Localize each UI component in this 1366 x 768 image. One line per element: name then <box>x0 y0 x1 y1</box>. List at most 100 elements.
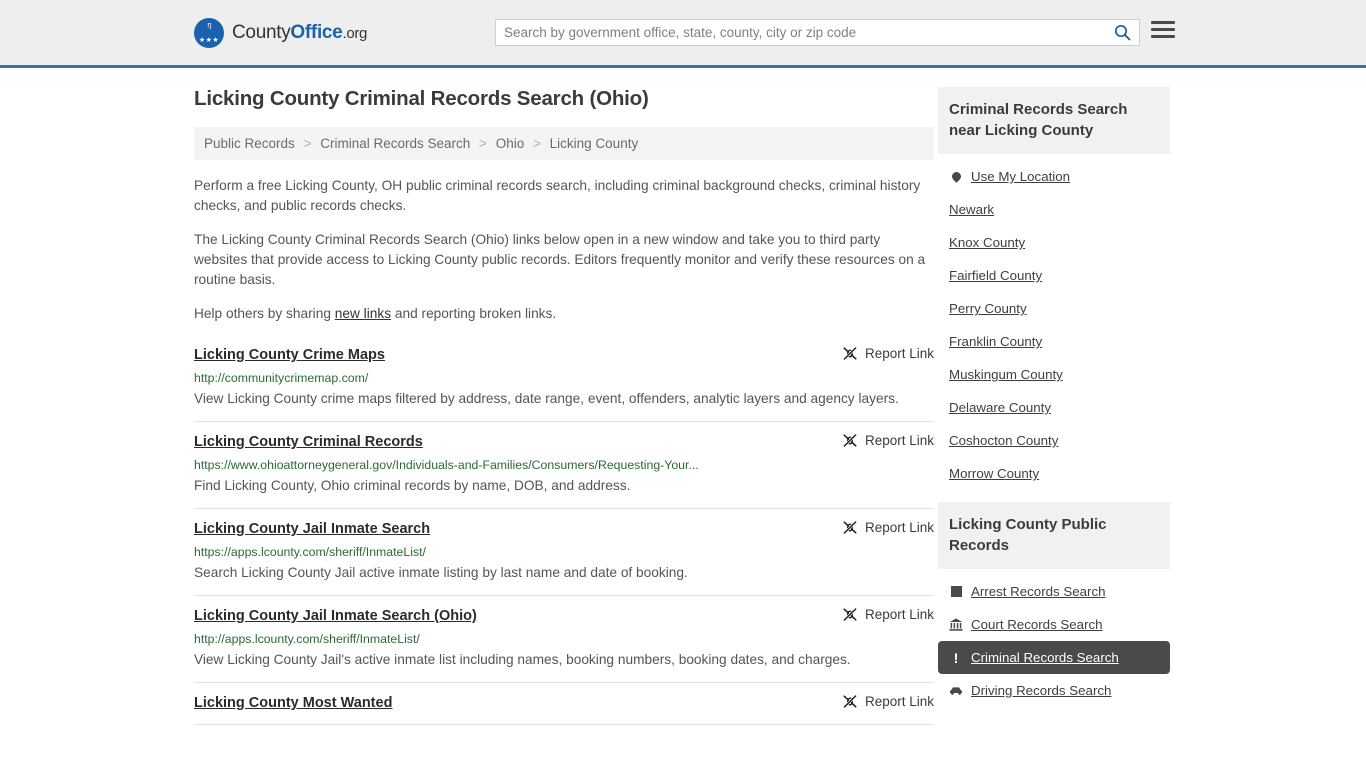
sidebar-item-arrest-records-search[interactable]: Arrest Records Search <box>938 575 1170 608</box>
result-description: Search Licking County Jail active inmate… <box>194 565 688 580</box>
sidebar-item-franklin-county[interactable]: Franklin County <box>938 325 1170 358</box>
help-prefix: Help others by sharing <box>194 306 335 321</box>
report-link-button[interactable]: Report Link <box>842 694 934 709</box>
site-logo[interactable]: ᵑ ★★★ CountyOffice.org <box>194 17 367 48</box>
public-records-list: Arrest Records Search Court Records Sear… <box>938 569 1170 707</box>
report-link-button[interactable]: Report Link <box>842 433 934 448</box>
broken-link-icon <box>843 346 857 361</box>
result-title-link[interactable]: Licking County Crime Maps <box>194 347 385 363</box>
logo-text-office: Office <box>290 21 343 43</box>
results-list: Licking County Crime Maps Report Link ht… <box>194 340 934 725</box>
sidebar-item-label: Arrest Records Search <box>971 584 1106 599</box>
logo-text-county: County <box>232 21 291 43</box>
sidebar-item-court-records-search[interactable]: Court Records Search <box>938 608 1170 641</box>
new-links-link[interactable]: new links <box>335 306 391 321</box>
sidebar-item-fairfield-county[interactable]: Fairfield County <box>938 259 1170 292</box>
search-button[interactable] <box>1105 20 1139 45</box>
nearby-search-heading: Criminal Records Search near Licking Cou… <box>938 87 1170 154</box>
report-link-label: Report Link <box>864 346 934 361</box>
result-url: https://apps.lcounty.com/sheriff/InmateL… <box>194 545 426 559</box>
report-link-label: Report Link <box>864 607 934 622</box>
report-link-button[interactable]: Report Link <box>842 520 934 535</box>
hamburger-menu-icon[interactable] <box>1151 21 1175 38</box>
nearby-search-card: Criminal Records Search near Licking Cou… <box>938 87 1170 490</box>
search-icon <box>1114 24 1130 41</box>
result-row: Licking County Most Wanted Report Link <box>194 683 934 725</box>
result-url: http://communitycrimemap.com/ <box>194 371 369 385</box>
eagle-glyph: ᵑ <box>207 20 211 33</box>
sidebar-item-label: Fairfield County <box>949 268 1043 283</box>
report-link-label: Report Link <box>864 694 934 709</box>
sidebar-item-label: Morrow County <box>949 466 1040 481</box>
public-records-heading: Licking County Public Records <box>938 502 1170 569</box>
breadcrumb-separator: > <box>479 136 487 151</box>
result-row: Licking County Jail Inmate Search (Ohio)… <box>194 596 934 683</box>
result-title-link[interactable]: Licking County Criminal Records <box>194 434 423 450</box>
broken-link-icon <box>843 607 857 622</box>
breadcrumb-separator: > <box>533 136 541 151</box>
sidebar-item-label: Coshocton County <box>949 433 1059 448</box>
broken-link-icon <box>843 694 857 709</box>
sidebar-item-label: Newark <box>949 202 995 217</box>
arrest-square-icon <box>949 586 963 597</box>
logo-text-org: .org <box>342 24 368 42</box>
stars-glyph: ★★★ <box>198 36 220 44</box>
result-row: Licking County Jail Inmate Search Report… <box>194 509 934 596</box>
page-title: Licking County Criminal Records Search (… <box>194 87 649 110</box>
sidebar-item-label: Criminal Records Search <box>971 650 1119 665</box>
breadcrumb-item-criminal-records-search[interactable]: Criminal Records Search <box>320 136 470 151</box>
search-input[interactable] <box>496 20 1105 45</box>
report-link-button[interactable]: Report Link <box>842 607 934 622</box>
report-link-button[interactable]: Report Link <box>842 346 934 361</box>
result-title-link[interactable]: Licking County Jail Inmate Search (Ohio) <box>194 608 477 624</box>
sidebar-item-delaware-county[interactable]: Delaware County <box>938 391 1170 424</box>
intro-paragraph-1: Perform a free Licking County, OH public… <box>194 178 921 213</box>
breadcrumb-separator: > <box>303 136 312 151</box>
courthouse-icon <box>949 618 963 631</box>
sidebar-item-coshocton-county[interactable]: Coshocton County <box>938 424 1170 457</box>
intro-paragraph-2: The Licking County Criminal Records Sear… <box>194 232 926 287</box>
sidebar-item-newark[interactable]: Newark <box>938 193 1170 226</box>
sidebar-item-morrow-county[interactable]: Morrow County <box>938 457 1170 490</box>
result-description: Find Licking County, Ohio criminal recor… <box>194 478 631 493</box>
sidebar-item-label: Perry County <box>949 301 1027 316</box>
sidebar-item-label: Franklin County <box>949 334 1043 349</box>
sidebar-item-label: Court Records Search <box>971 617 1103 632</box>
sidebar-item-muskingum-county[interactable]: Muskingum County <box>938 358 1170 391</box>
hamburger-bar <box>1151 35 1175 38</box>
search-box <box>495 19 1140 46</box>
eagle-seal-icon: ᵑ ★★★ <box>194 17 224 48</box>
result-row: Licking County Crime Maps Report Link ht… <box>194 340 934 422</box>
sidebar: Criminal Records Search near Licking Cou… <box>938 87 1170 719</box>
hamburger-bar <box>1151 28 1175 31</box>
sidebar-item-label: Knox County <box>949 235 1026 250</box>
help-suffix: and reporting broken links. <box>391 306 557 321</box>
sidebar-item-perry-county[interactable]: Perry County <box>938 292 1170 325</box>
main-content: Licking County Criminal Records Search (… <box>194 87 934 725</box>
broken-link-icon <box>843 433 857 448</box>
report-link-label: Report Link <box>864 520 934 535</box>
hamburger-bar <box>1151 21 1175 24</box>
sidebar-item-label: Muskingum County <box>949 367 1063 382</box>
sidebar-item-use-my-location[interactable]: Use My Location <box>938 160 1170 193</box>
breadcrumb-item-ohio[interactable]: Ohio <box>496 136 525 151</box>
sidebar-item-knox-county[interactable]: Knox County <box>938 226 1170 259</box>
breadcrumb-item-licking-county[interactable]: Licking County <box>550 136 639 151</box>
sidebar-item-label: Use My Location <box>971 169 1071 184</box>
nearby-search-list: Use My Location Newark Knox County Fairf… <box>938 154 1170 490</box>
site-header: ᵑ ★★★ CountyOffice.org <box>0 0 1366 68</box>
breadcrumb-item-public-records[interactable]: Public Records <box>204 136 295 151</box>
result-url: http://apps.lcounty.com/sheriff/InmateLi… <box>194 632 420 646</box>
logo-wordmark: CountyOffice.org <box>232 22 367 44</box>
result-title-link[interactable]: Licking County Most Wanted <box>194 695 392 711</box>
result-description: View Licking County crime maps filtered … <box>194 391 899 406</box>
result-row: Licking County Criminal Records Report L… <box>194 422 934 509</box>
result-title-link[interactable]: Licking County Jail Inmate Search <box>194 521 430 537</box>
intro-text: Perform a free Licking County, OH public… <box>194 176 934 324</box>
map-pin-icon <box>949 170 963 183</box>
sidebar-item-label: Driving Records Search <box>971 683 1112 698</box>
sidebar-item-driving-records-search[interactable]: Driving Records Search <box>938 674 1170 707</box>
sidebar-item-criminal-records-search[interactable]: ! Criminal Records Search <box>938 641 1170 674</box>
public-records-card: Licking County Public Records Arrest Rec… <box>938 502 1170 707</box>
report-link-label: Report Link <box>864 433 934 448</box>
